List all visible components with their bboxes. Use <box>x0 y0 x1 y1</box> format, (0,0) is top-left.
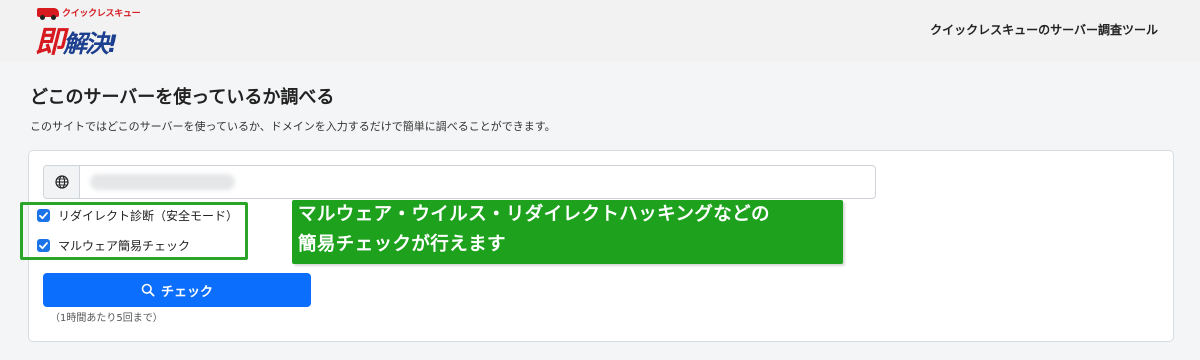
logo-wordmark-soku: 即 <box>35 25 65 60</box>
site-header: クイックレスキュー 即 解決! クイックレスキューのサーバー調査ツール <box>0 0 1200 62</box>
globe-icon <box>55 175 69 189</box>
search-icon <box>141 283 155 297</box>
redirect-check-checkbox[interactable] <box>37 208 50 222</box>
check-icon <box>39 241 48 249</box>
page-title: どこのサーバーを使っているか調べる <box>30 87 335 108</box>
header-title: クイックレスキューのサーバー調査ツール <box>930 23 1158 37</box>
option-redirect-check[interactable]: リダイレクト診断（安全モード） <box>37 207 238 223</box>
page-description: このサイトではどこのサーバーを使っているか、ドメインを入力するだけで簡単に調べる… <box>30 120 556 133</box>
option-label-redirect: リダイレクト診断（安全モード） <box>58 208 239 223</box>
annotation-callout: マルウェア・ウイルス・リダイレクトハッキングなどの 簡易チェックが行えます <box>292 200 843 264</box>
input-addon <box>44 166 80 198</box>
logo-wordmark-rest: 解決! <box>63 30 118 58</box>
site-logo[interactable]: クイックレスキュー 即 解決! <box>33 4 143 60</box>
annotation-line-1: マルウェア・ウイルス・リダイレクトハッキングなどの <box>298 204 770 225</box>
blurred-input-value <box>90 174 235 190</box>
rate-limit-note: （1時間あたり5回まで） <box>50 313 163 324</box>
check-icon <box>39 211 48 219</box>
malware-check-checkbox[interactable] <box>37 238 50 252</box>
check-button-label: チェック <box>160 284 213 300</box>
annotation-line-2: 簡易チェックが行えます <box>298 234 506 255</box>
option-label-malware: マルウェア簡易チェック <box>58 238 191 253</box>
truck-icon <box>37 8 59 20</box>
check-button[interactable]: チェック <box>43 273 311 307</box>
logo-wordmark: 即 解決! <box>35 17 118 61</box>
option-malware-check[interactable]: マルウェア簡易チェック <box>37 237 190 253</box>
